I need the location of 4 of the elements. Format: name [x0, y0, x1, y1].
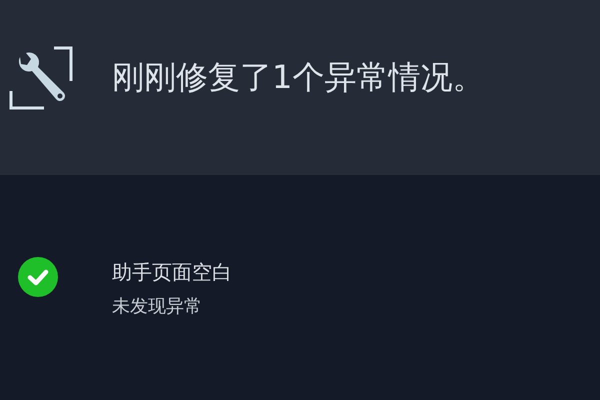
check-title: 助手页面空白	[112, 259, 232, 286]
wrench-icon	[8, 44, 74, 110]
repair-message: 刚刚修复了1个异常情况。	[112, 56, 484, 98]
check-result: 未发现异常	[112, 295, 203, 318]
